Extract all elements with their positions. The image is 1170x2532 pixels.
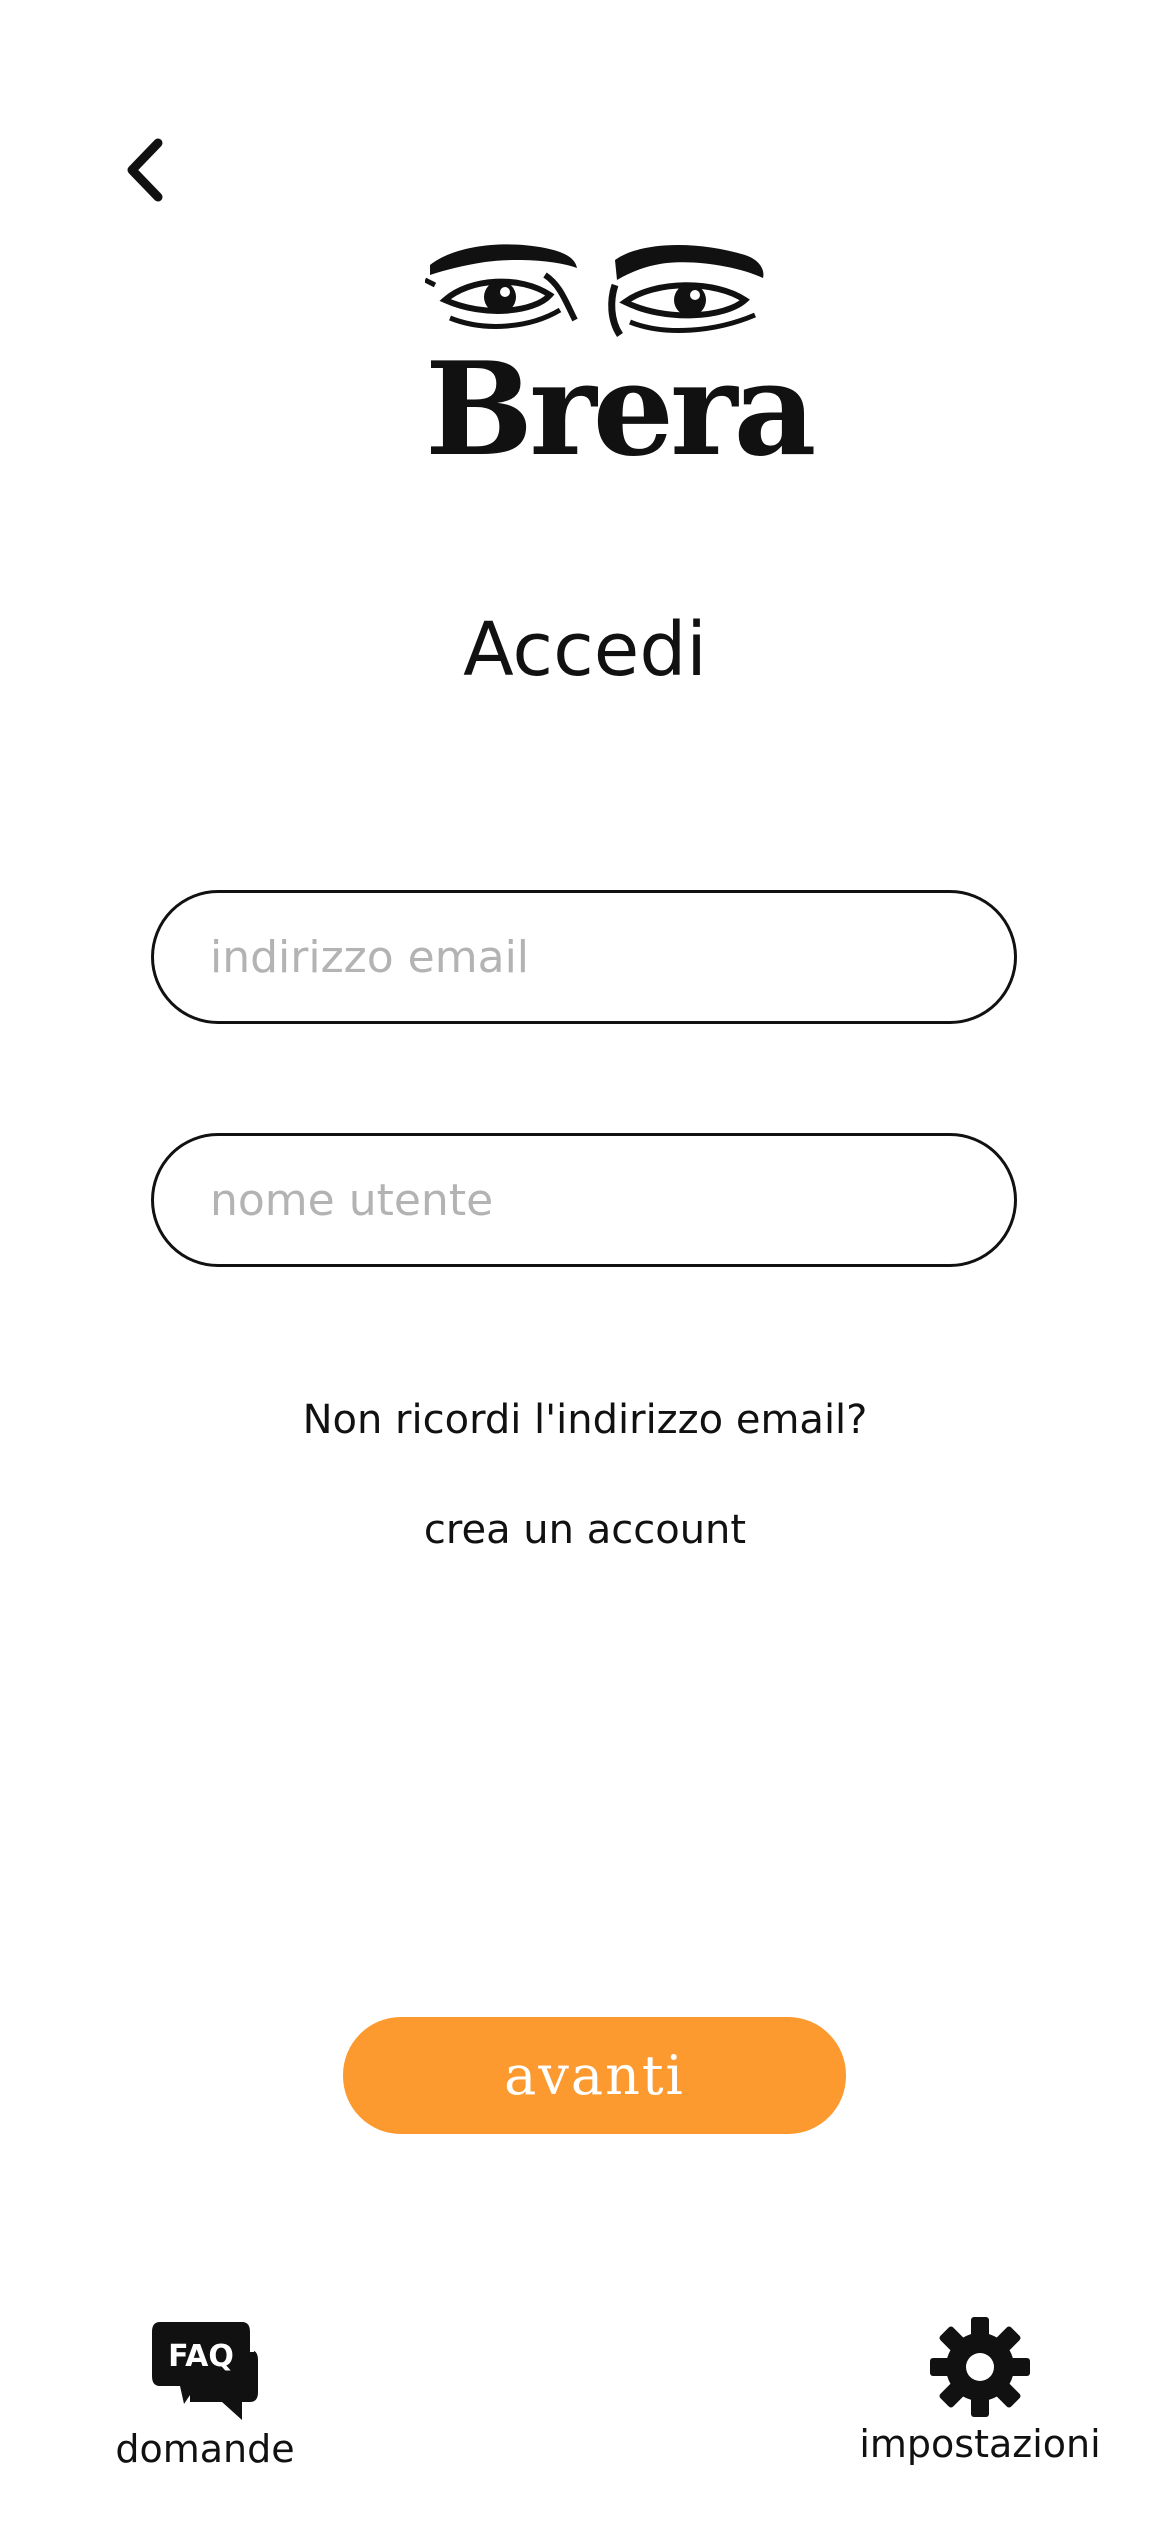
email-field[interactable] — [151, 890, 1017, 1024]
faq-icon-text: FAQ — [168, 2339, 234, 2374]
brera-logo: Brera — [425, 240, 816, 485]
back-button[interactable] — [100, 125, 190, 215]
username-field[interactable] — [151, 1133, 1017, 1267]
create-account-link[interactable]: crea un account — [0, 1500, 1170, 1560]
nav-settings[interactable]: impostazioni — [859, 2315, 1101, 2469]
next-button[interactable]: avanti — [343, 2017, 846, 2134]
nav-faq[interactable]: FAQ domande — [100, 2320, 310, 2474]
nav-settings-label: impostazioni — [859, 2422, 1101, 2466]
forgot-email-link[interactable]: Non ricordi l'indirizzo email? — [0, 1390, 1170, 1450]
faq-chat-bubbles-icon: FAQ — [152, 2322, 258, 2420]
page-title: Accedi — [463, 607, 707, 693]
brand-wordmark: Brera — [425, 335, 816, 485]
chevron-left-icon — [127, 138, 163, 202]
gear-icon — [930, 2317, 1030, 2417]
nav-faq-label: domande — [115, 2427, 295, 2471]
